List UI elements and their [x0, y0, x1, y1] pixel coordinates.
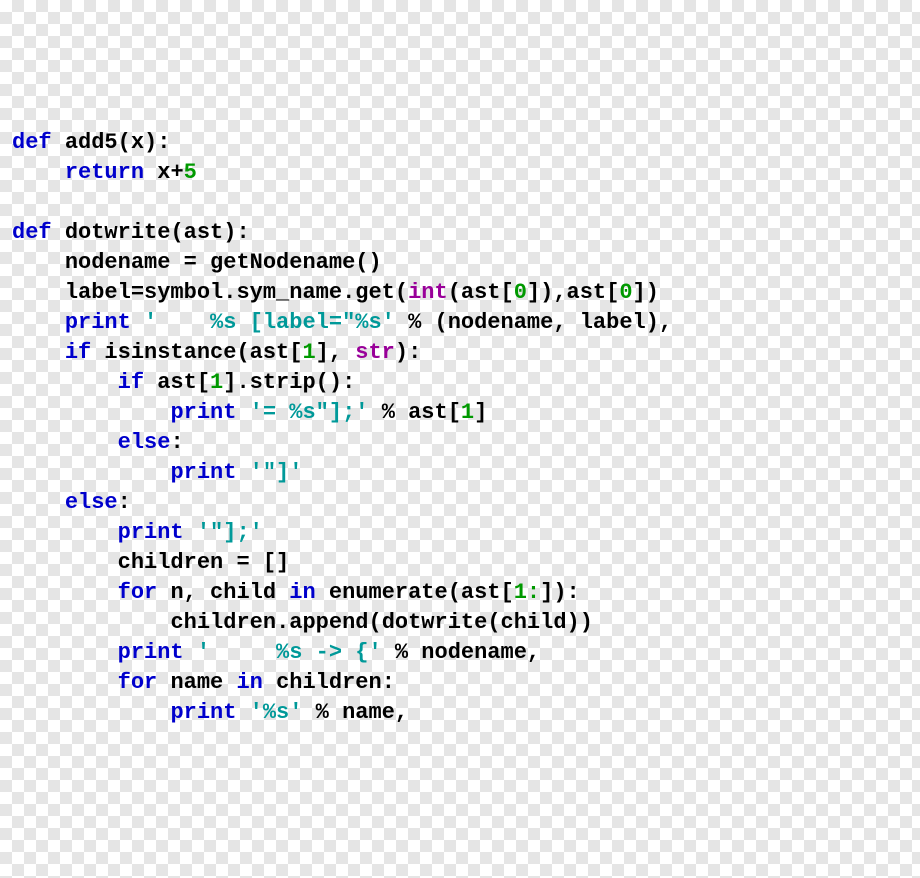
code-line: print '"];' [12, 520, 263, 545]
code-line: nodename = getNodename() [12, 250, 382, 275]
keyword-if: if [65, 340, 91, 365]
number: 5 [184, 160, 197, 185]
code-line: for n, child in enumerate(ast[1:]): [12, 580, 580, 605]
code-line: children = [] [12, 550, 289, 575]
code-block: def add5(x): return x+5 def dotwrite(ast… [12, 128, 908, 728]
string: '"];' [197, 520, 263, 545]
func-name: dotwrite [65, 220, 171, 245]
code-line: else: [12, 430, 184, 455]
string: ' %s -> {' [197, 640, 382, 665]
code-line: else: [12, 490, 131, 515]
code-line: return x+5 [12, 160, 197, 185]
code-line: if isinstance(ast[1], str): [12, 340, 421, 365]
builtin-int: int [408, 280, 448, 305]
func-name: add5 [65, 130, 118, 155]
keyword-else: else [118, 430, 171, 455]
keyword-for: for [118, 580, 158, 605]
blank-line [12, 190, 25, 215]
code-line: if ast[1].strip(): [12, 370, 355, 395]
code-line: def dotwrite(ast): [12, 220, 250, 245]
keyword-return: return [65, 160, 144, 185]
keyword-def: def [12, 130, 52, 155]
code-line: def add5(x): [12, 130, 170, 155]
param: ast [184, 220, 224, 245]
code-line: print '= %s"];' % ast[1] [12, 400, 487, 425]
code-line: print ' %s -> {' % nodename, [12, 640, 540, 665]
keyword-print: print [65, 310, 131, 335]
code-line: label=symbol.sym_name.get(int(ast[0]),as… [12, 280, 659, 305]
string: ' %s [label="%s' [144, 310, 395, 335]
string: '= %s"];' [250, 400, 369, 425]
builtin-str: str [355, 340, 395, 365]
string: '%s' [250, 700, 303, 725]
param: x [131, 130, 144, 155]
code-line: print '"]' [12, 460, 302, 485]
string: '"]' [250, 460, 303, 485]
empty-list: [] [263, 550, 289, 575]
code-line: print ' %s [label="%s' % (nodename, labe… [12, 310, 672, 335]
code-line: print '%s' % name, [12, 700, 408, 725]
code-line: children.append(dotwrite(child)) [12, 610, 593, 635]
keyword-in: in [289, 580, 315, 605]
